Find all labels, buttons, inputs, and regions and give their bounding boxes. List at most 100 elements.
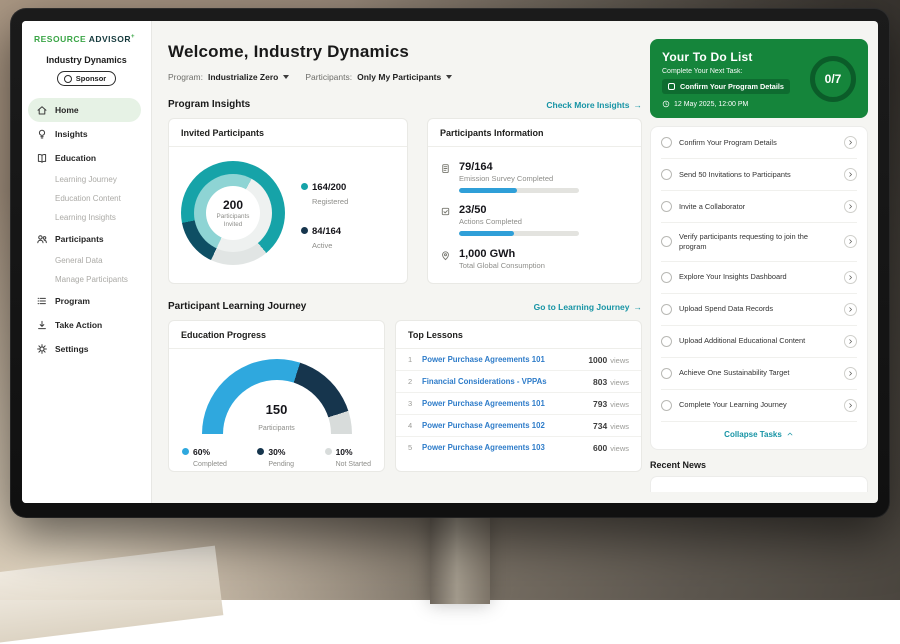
task-label: Upload Additional Educational Content — [679, 336, 837, 346]
todo-progress-ring: 0/7 — [810, 56, 856, 102]
arrow-right-icon: → — [634, 302, 643, 312]
clock-icon — [662, 100, 670, 108]
page-title: Welcome, Industry Dynamics — [168, 42, 642, 62]
views-suffix: views — [610, 422, 629, 431]
collapse-tasks-button[interactable]: Collapse Tasks — [724, 422, 794, 449]
sponsor-badge[interactable]: Sponsor — [57, 71, 116, 86]
sidebar-item-insights[interactable]: Insights — [22, 122, 151, 146]
sidebar-item-learning-insights[interactable]: Learning Insights — [22, 208, 151, 227]
task-checkbox[interactable] — [661, 169, 672, 180]
task-row[interactable]: Achieve One Sustainability Target — [661, 358, 857, 390]
chevron-right-icon[interactable] — [844, 168, 857, 181]
task-checkbox[interactable] — [661, 236, 672, 247]
list-icon — [36, 295, 48, 307]
sidebar-item-home[interactable]: Home — [28, 98, 141, 122]
task-row[interactable]: Send 50 Invitations to Participants — [661, 159, 857, 191]
task-checkbox[interactable] — [661, 201, 672, 212]
info-value: 79/164 — [459, 161, 579, 173]
legend-label: Not Started — [336, 461, 371, 468]
task-row[interactable]: Invite a Collaborator — [661, 191, 857, 223]
legend-label: Completed — [193, 461, 227, 468]
task-checkbox[interactable] — [661, 336, 672, 347]
sidebar-item-program[interactable]: Program — [22, 289, 151, 313]
desk-background: RESOURCE ADVISOR+ Industry Dynamics Spon… — [0, 0, 900, 600]
donut-legend: 164/200 Registered 84/164 Active — [301, 177, 348, 250]
chevron-right-icon[interactable] — [844, 367, 857, 380]
sidebar-item-take-action[interactable]: Take Action — [22, 313, 151, 337]
dashboard-screen: RESOURCE ADVISOR+ Industry Dynamics Spon… — [22, 21, 878, 503]
lesson-row: 5 Power Purchase Agreements 103 600views — [396, 437, 641, 458]
task-row[interactable]: Confirm Your Program Details — [661, 127, 857, 159]
task-row[interactable]: Explore Your Insights Dashboard — [661, 262, 857, 294]
chevron-right-icon[interactable] — [844, 271, 857, 284]
sidebar-item-education-content[interactable]: Education Content — [22, 189, 151, 208]
sidebar-item-label: Education Content — [55, 194, 121, 203]
chevron-right-icon[interactable] — [844, 200, 857, 213]
section-title: Participant Learning Journey — [168, 301, 306, 312]
due-date-text: 12 May 2025, 12:00 PM — [674, 101, 748, 108]
task-row[interactable]: Upload Spend Data Records — [661, 294, 857, 326]
top-lessons-card: Top Lessons 1 Power Purchase Agreements … — [395, 320, 642, 472]
program-select[interactable]: Industrialize Zero — [208, 72, 289, 82]
chevron-right-icon[interactable] — [844, 136, 857, 149]
task-checkbox[interactable] — [661, 272, 672, 283]
lesson-link[interactable]: Power Purchase Agreements 102 — [422, 421, 585, 430]
task-row[interactable]: Verify participants requesting to join t… — [661, 223, 857, 262]
participants-information-card: Participants Information 79/164 Emission… — [427, 118, 642, 284]
sidebar-item-participants[interactable]: Participants — [22, 227, 151, 251]
task-checkbox[interactable] — [661, 368, 672, 379]
todo-summary-card: Your To Do List Complete Your Next Task:… — [650, 39, 868, 118]
monitor-bezel: RESOURCE ADVISOR+ Industry Dynamics Spon… — [10, 8, 890, 518]
education-progress-gauge: 150 Participants — [202, 359, 352, 435]
chevron-right-icon[interactable] — [844, 303, 857, 316]
next-task-pill[interactable]: Confirm Your Program Details — [662, 79, 790, 94]
home-icon — [36, 104, 48, 116]
task-checkbox[interactable] — [661, 400, 672, 411]
learning-journey-header: Participant Learning Journey Go to Learn… — [168, 301, 642, 312]
views-count: 803 — [593, 377, 607, 387]
progress-bar-fill — [459, 231, 514, 236]
insights-cards-row: Invited Participants 200 Participants In… — [168, 118, 642, 284]
participants-select[interactable]: Only My Participants — [357, 72, 452, 82]
recent-news-title: Recent News — [650, 460, 868, 470]
sidebar-item-settings[interactable]: Settings — [22, 337, 151, 361]
sidebar-item-manage-participants[interactable]: Manage Participants — [22, 270, 151, 289]
lesson-link[interactable]: Power Purchase Agreements 101 — [422, 399, 585, 408]
task-checkbox[interactable] — [661, 304, 672, 315]
lesson-link[interactable]: Financial Considerations - VPPAs — [422, 377, 585, 386]
lesson-rank: 4 — [408, 421, 414, 430]
chevron-right-icon[interactable] — [844, 235, 857, 248]
task-checkbox[interactable] — [661, 137, 672, 148]
chevron-right-icon[interactable] — [844, 399, 857, 412]
views-count: 793 — [593, 399, 607, 409]
due-date-row: 12 May 2025, 12:00 PM — [662, 100, 856, 108]
task-row[interactable]: Upload Additional Educational Content — [661, 326, 857, 358]
info-label: Actions Completed — [459, 217, 579, 226]
lesson-link[interactable]: Power Purchase Agreements 103 — [422, 443, 585, 452]
progress-bar — [459, 188, 579, 193]
go-to-learning-journey-link[interactable]: Go to Learning Journey → — [534, 302, 642, 312]
sponsor-label: Sponsor — [76, 74, 106, 83]
info-label: Emission Survey Completed — [459, 174, 579, 183]
logo-text-secondary: ADVISOR — [89, 34, 131, 44]
views-count: 1000 — [588, 355, 607, 365]
lesson-row: 1 Power Purchase Agreements 101 1000view… — [396, 349, 641, 371]
sidebar-item-label: Education — [55, 153, 96, 163]
filter-bar: Program: Industrialize Zero Participants… — [168, 72, 642, 82]
views-suffix: views — [610, 400, 629, 409]
info-label: Total Global Consumption — [459, 261, 545, 270]
sidebar-item-education[interactable]: Education — [22, 146, 151, 170]
chevron-right-icon[interactable] — [844, 335, 857, 348]
lesson-link[interactable]: Power Purchase Agreements 101 — [422, 355, 580, 364]
check-more-insights-link[interactable]: Check More Insights → — [546, 100, 642, 110]
lesson-views: 734views — [593, 421, 629, 431]
task-row[interactable]: Complete Your Learning Journey — [661, 390, 857, 422]
collapse-label: Collapse Tasks — [724, 430, 782, 439]
views-count: 734 — [593, 421, 607, 431]
info-row-content: 1,000 GWh Total Global Consumption — [459, 248, 545, 270]
legend-dot — [325, 448, 332, 455]
sidebar-item-general-data[interactable]: General Data — [22, 251, 151, 270]
sidebar-item-learning-journey[interactable]: Learning Journey — [22, 170, 151, 189]
program-insights-header: Program Insights Check More Insights → — [168, 99, 642, 110]
link-label: Check More Insights — [546, 100, 629, 110]
